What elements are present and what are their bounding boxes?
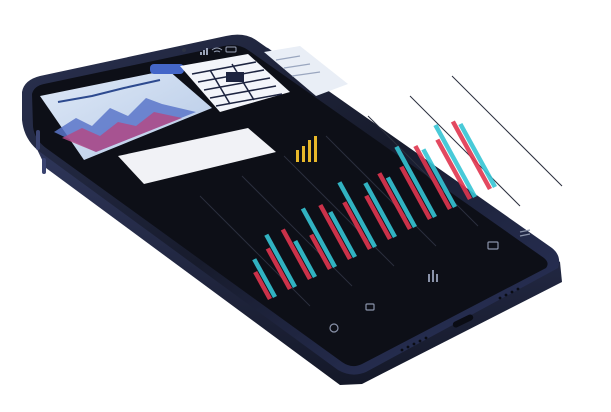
grid-line (451, 75, 563, 187)
smartphone (22, 34, 563, 385)
card-badge (150, 64, 184, 74)
front-camera-icon (182, 48, 186, 52)
volume-button[interactable] (42, 158, 46, 174)
power-button[interactable] (36, 130, 40, 150)
phone-scene (0, 0, 611, 408)
